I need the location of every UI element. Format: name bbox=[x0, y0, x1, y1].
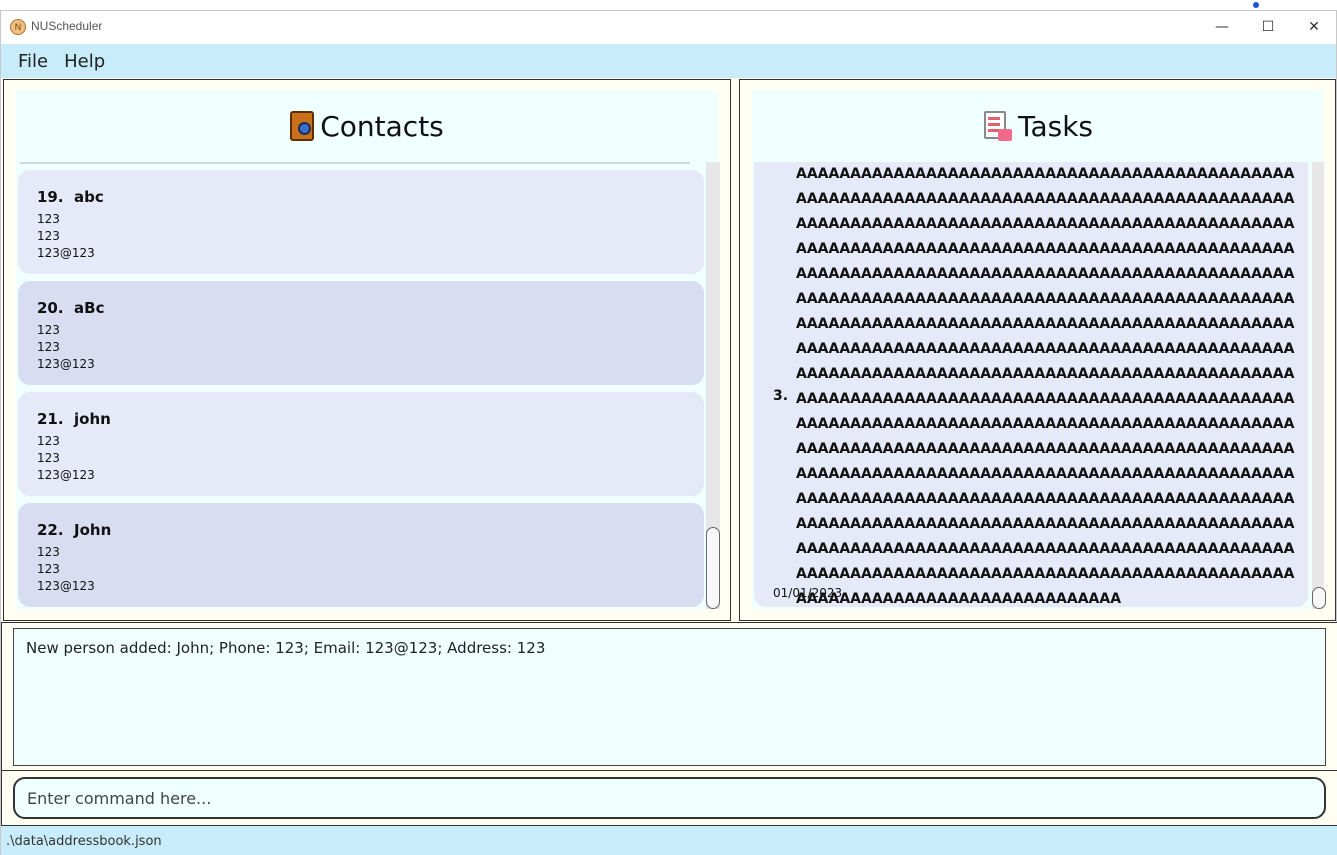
contact-index: 19. bbox=[37, 188, 64, 206]
app-logo-icon: N bbox=[10, 19, 26, 35]
tasks-scroll-thumb[interactable] bbox=[1312, 587, 1326, 609]
contact-email: 123@123 bbox=[37, 357, 95, 371]
contacts-scrollbar[interactable] bbox=[706, 162, 720, 609]
task-list-icon bbox=[982, 111, 1012, 141]
contact-phone: 123 bbox=[37, 434, 60, 448]
contact-name: John bbox=[74, 521, 112, 539]
status-bar: .\data\addressbook.json bbox=[1, 826, 1337, 855]
command-box-container bbox=[1, 770, 1337, 826]
contacts-header: Contacts bbox=[16, 90, 718, 162]
contact-phone: 123 bbox=[37, 323, 60, 337]
contacts-list[interactable]: 19. abc 123 123 123@123 20. aBc 123 123 … bbox=[16, 162, 706, 609]
contact-address: 123 bbox=[37, 229, 60, 243]
contact-card[interactable]: 22. John 123 123 123@123 bbox=[18, 503, 704, 607]
task-card[interactable]: 3. AAAAAAAAAAAAAAAAAAAAAAAAAAAAAAAAAAAAA… bbox=[754, 162, 1308, 607]
contact-address: 123 bbox=[37, 340, 60, 354]
contact-index: 22. bbox=[37, 521, 64, 539]
contact-phone: 123 bbox=[37, 212, 60, 226]
contacts-title: Contacts bbox=[320, 109, 444, 143]
contact-card[interactable]: 21. john 123 123 123@123 bbox=[18, 392, 704, 496]
contact-index: 20. bbox=[37, 299, 64, 317]
contact-email: 123@123 bbox=[37, 468, 95, 482]
task-date: 01/01/2023 bbox=[773, 586, 843, 600]
contact-name: abc bbox=[74, 188, 104, 206]
contact-address: 123 bbox=[37, 562, 60, 576]
command-input[interactable] bbox=[13, 777, 1326, 819]
result-display: New person added: John; Phone: 123; Emai… bbox=[13, 628, 1326, 766]
tasks-title: Tasks bbox=[1017, 109, 1094, 143]
card-divider bbox=[20, 162, 690, 164]
contacts-scroll-thumb[interactable] bbox=[706, 527, 720, 609]
contact-phone: 123 bbox=[37, 545, 60, 559]
title-bar: N NUScheduler — ☐ ✕ bbox=[1, 11, 1336, 43]
maximize-button[interactable]: ☐ bbox=[1245, 11, 1291, 43]
tasks-list[interactable]: 3. AAAAAAAAAAAAAAAAAAAAAAAAAAAAAAAAAAAAA… bbox=[752, 162, 1312, 609]
contact-address: 123 bbox=[37, 451, 60, 465]
contact-card[interactable]: 20. aBc 123 123 123@123 bbox=[18, 281, 704, 385]
tasks-scrollbar[interactable] bbox=[1312, 162, 1326, 609]
contact-email: 123@123 bbox=[37, 246, 95, 260]
app-window: N NUScheduler — ☐ ✕ File Help Contacts 1… bbox=[0, 10, 1337, 855]
task-index: 3. bbox=[773, 388, 789, 404]
contact-index: 21. bbox=[37, 410, 64, 428]
contact-card[interactable]: 19. abc 123 123 123@123 bbox=[18, 170, 704, 274]
close-button[interactable]: ✕ bbox=[1291, 11, 1337, 43]
contacts-panel: Contacts 19. abc 123 123 123@123 20. aBc… bbox=[3, 79, 731, 621]
contact-name: john bbox=[74, 410, 111, 428]
menu-file[interactable]: File bbox=[10, 51, 56, 72]
contact-name: aBc bbox=[74, 299, 105, 317]
tasks-header: Tasks bbox=[752, 90, 1323, 162]
result-display-container: New person added: John; Phone: 123; Emai… bbox=[1, 622, 1337, 779]
minimize-button[interactable]: — bbox=[1199, 11, 1245, 43]
menu-bar: File Help bbox=[1, 44, 1336, 78]
task-description: AAAAAAAAAAAAAAAAAAAAAAAAAAAAAAAAAAAAAAAA… bbox=[796, 166, 1295, 607]
contact-email: 123@123 bbox=[37, 579, 95, 593]
tasks-panel: Tasks 3. AAAAAAAAAAAAAAAAAAAAAAAAAAAAAAA… bbox=[739, 79, 1336, 621]
menu-help[interactable]: Help bbox=[56, 51, 113, 72]
address-book-icon bbox=[290, 111, 315, 141]
notification-dot bbox=[1253, 2, 1259, 8]
data-file-path: .\data\addressbook.json bbox=[6, 833, 162, 849]
window-title: NUScheduler bbox=[31, 19, 103, 33]
